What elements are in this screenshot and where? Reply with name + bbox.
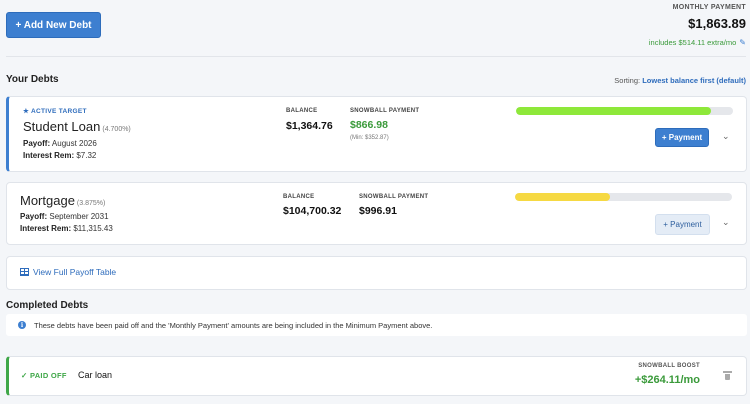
paid-off-badge: ✓ PAID OFF (21, 371, 67, 380)
payoff-label: Payoff: (20, 212, 48, 221)
extra-payment-note: includes $514.11 extra/mo ✎ (649, 38, 746, 47)
debt-name: Student Loan (23, 119, 101, 134)
debt-card-mortgage: Mortgage (3.875%) Payoff: September 2031 … (6, 182, 747, 245)
interest-remaining: Interest Rem: $11,315.43 (20, 224, 113, 233)
debt-card-student-loan: ★ ACTIVE TARGET Student Loan (4.700%) Pay… (6, 96, 747, 172)
progress-fill (515, 193, 611, 201)
payoff-progress-bar (516, 107, 733, 115)
snowball-payment-label: SNOWBALL PAYMENT (359, 194, 429, 200)
balance-label: BALANCE (283, 194, 315, 200)
snowball-payment-label: SNOWBALL PAYMENT (350, 108, 420, 114)
sorting-label: Sorting: (614, 76, 641, 85)
balance-value: $1,364.76 (286, 120, 333, 132)
chevron-down-icon[interactable]: ⌄ (722, 217, 730, 228)
trash-icon[interactable] (723, 371, 732, 380)
snowball-boost-label: SNOWBALL BOOST (638, 363, 700, 369)
divider (6, 56, 746, 57)
monthly-payment-amount: $1,863.89 (688, 16, 746, 31)
sorting-value[interactable]: Lowest balance first (default) (642, 76, 746, 85)
interest-label: Interest Rem: (20, 224, 72, 233)
completed-debt-name: Car loan (78, 370, 113, 380)
add-payment-button[interactable]: + Payment (655, 214, 710, 235)
balance-value: $104,700.32 (283, 205, 342, 217)
your-debts-heading: Your Debts (6, 74, 59, 85)
payoff-date: Payoff: August 2026 (23, 139, 97, 148)
payoff-value: September 2031 (49, 212, 109, 221)
debt-title: Student Loan (4.700%) (23, 119, 131, 134)
payoff-value: August 2026 (51, 139, 97, 148)
snowball-boost-value: +$264.11/mo (634, 374, 700, 386)
payoff-table-card (6, 256, 747, 290)
view-payoff-table-link[interactable]: View Full Payoff Table (20, 267, 116, 277)
view-payoff-table-label: View Full Payoff Table (33, 267, 117, 277)
interest-value: $7.32 (76, 151, 97, 160)
debt-name: Mortgage (20, 193, 75, 208)
completed-debt-car-loan: ✓ PAID OFF Car loan SNOWBALL BOOST +$264… (6, 356, 747, 396)
interest-label: Interest Rem: (23, 151, 75, 160)
payoff-label: Payoff: (23, 139, 51, 148)
interest-rate: (4.700%) (102, 126, 131, 133)
extra-payment-text: includes $514.11 extra/mo (648, 38, 737, 47)
completed-info-text: These debts have been paid off and the '… (34, 320, 433, 330)
interest-remaining: Interest Rem: $7.32 (23, 151, 96, 160)
monthly-payment-label: MONTHLY PAYMENT (672, 4, 746, 11)
add-new-debt-button[interactable]: + Add New Debt (6, 12, 101, 38)
pencil-icon[interactable]: ✎ (739, 38, 746, 47)
payoff-date: Payoff: September 2031 (20, 212, 109, 221)
minimum-payment-note: (Min: $352.87) (350, 135, 389, 141)
completed-debts-heading: Completed Debts (6, 300, 89, 311)
snowball-payment-value: $866.98 (350, 119, 388, 131)
chevron-down-icon[interactable]: ⌄ (722, 131, 730, 142)
sorting-control[interactable]: Sorting: Lowest balance first (default) (614, 76, 746, 85)
completed-info-banner: i These debts have been paid off and the… (6, 314, 747, 336)
balance-label: BALANCE (286, 108, 318, 114)
info-icon: i (18, 321, 26, 329)
snowball-payment-value: $996.91 (359, 205, 397, 217)
progress-fill (516, 107, 712, 115)
add-payment-button[interactable]: + Payment (655, 128, 709, 147)
interest-value: $11,315.43 (73, 224, 113, 233)
interest-rate: (3.875%) (76, 200, 106, 207)
table-icon (20, 268, 29, 276)
monthly-payment-summary: MONTHLY PAYMENT $1,863.89 includes $514.… (649, 4, 746, 47)
active-target-badge: ★ ACTIVE TARGET (23, 108, 87, 115)
debt-title: Mortgage (3.875%) (20, 193, 105, 208)
payoff-progress-bar (515, 193, 732, 201)
